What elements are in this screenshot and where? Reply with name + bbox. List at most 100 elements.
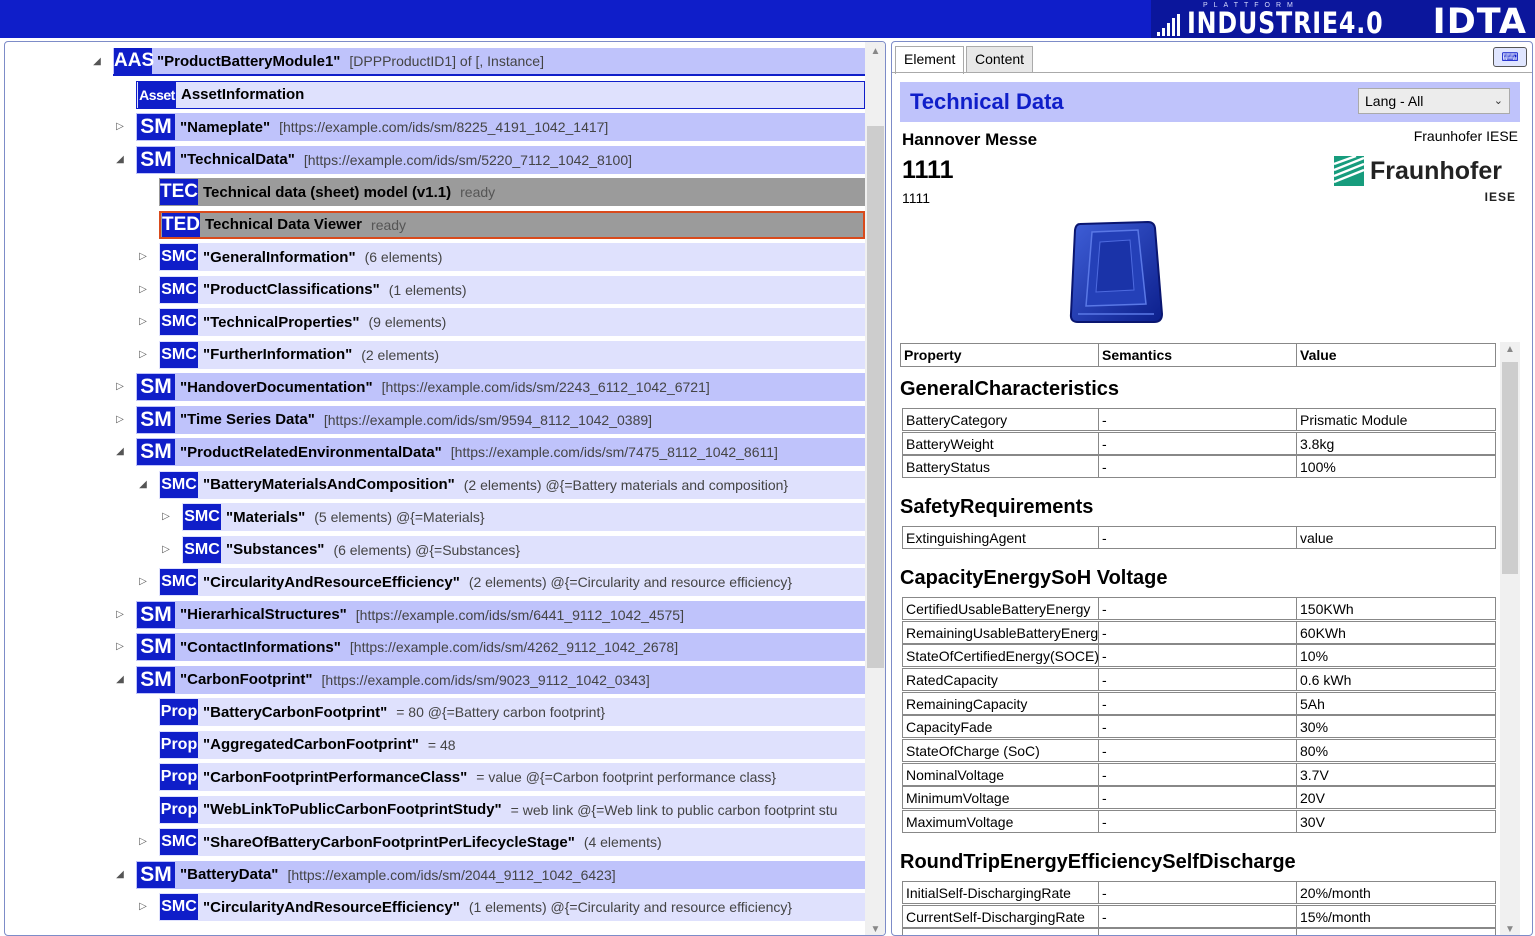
tree-row[interactable]: Prop "WebLinkToPublicCarbonFootprintStudy… — [5, 795, 865, 825]
tree-row[interactable]: ◢ SM "CarbonFootprint" [https://example.com… — [5, 665, 865, 695]
collapse-triangle-icon[interactable]: ▷ — [114, 120, 126, 134]
tree-scrollbar[interactable]: ▲ ▼ — [865, 42, 885, 935]
property-cell: CertifiedUsableBatteryEnergy — [906, 600, 1091, 617]
expand-triangle-icon[interactable]: ◢ — [114, 153, 126, 167]
scroll-down-icon[interactable]: ▼ — [865, 924, 885, 935]
tree-row[interactable]: ▷ SMC "GeneralInformation" (6 elements) — [5, 242, 865, 272]
tree-row[interactable]: TEC Technical data (sheet) model (v1.1) re… — [5, 177, 865, 207]
tree-row[interactable]: ▷ SMC "CircularityAndResourceEfficiency" (2… — [5, 567, 865, 597]
keyboard-icon[interactable]: ⌨ — [1493, 47, 1527, 67]
tree-node[interactable]: SM "BatteryData" [https://example.com/ids/… — [136, 860, 865, 889]
expand-triangle-icon[interactable]: ◢ — [114, 445, 126, 459]
tree-node[interactable]: SMC "TechnicalProperties" (9 elements) — [159, 308, 865, 336]
tree-row[interactable]: ◢ SMC "BatteryMaterialsAndComposition" (2 e… — [5, 470, 865, 500]
tree-node[interactable]: TED Technical Data Viewer ready — [159, 210, 865, 239]
collapse-triangle-icon[interactable]: ▷ — [160, 510, 172, 524]
tree-node[interactable]: Prop "WebLinkToPublicCarbonFootprintStudy… — [159, 795, 865, 824]
tree-row[interactable]: ▷ SM "HierarhicalStructures" [https://examp… — [5, 600, 865, 630]
tree-row[interactable]: ◢ SM "ProductRelatedEnvironmentalData" [htt… — [5, 437, 865, 467]
language-select[interactable]: Lang - All ⌄ — [1358, 88, 1510, 114]
property-cell: CurrentSelf-DischargingRate — [906, 908, 1085, 925]
tree-node[interactable]: SM "TechnicalData" [https://example.com/id… — [136, 145, 865, 174]
collapse-triangle-icon[interactable]: ▷ — [137, 315, 149, 329]
tree-node[interactable]: SMC "CircularityAndResourceEfficiency" (2 … — [159, 568, 865, 596]
logo-idta-text: IDTA — [1432, 2, 1527, 42]
tree-scroll-thumb[interactable] — [867, 126, 884, 668]
tree-row[interactable]: ▷ SMC "ProductClassifications" (1 elements) — [5, 275, 865, 305]
tab-content[interactable]: Content — [966, 46, 1034, 72]
tab-element[interactable]: Element — [895, 46, 965, 74]
tree-node[interactable]: SM "ProductRelatedEnvironmentalData" [http… — [136, 438, 865, 466]
tree-row[interactable]: ▷ SM "Time Series Data" [https://example.co… — [5, 405, 865, 435]
tree-node[interactable]: SMC "GeneralInformation" (6 elements) — [159, 243, 865, 271]
tree-node[interactable]: SM "Time Series Data" [https://example.com… — [136, 405, 865, 434]
node-name: "ContactInformations" — [180, 638, 341, 656]
scroll-up-icon[interactable]: ▲ — [1500, 344, 1520, 355]
node-info: (2 elements) @{=Circularity and resource… — [468, 574, 793, 590]
tree-row[interactable]: ▷ SMC "ShareOfBatteryCarbonFootprintPerLif… — [5, 827, 865, 857]
language-select-value: Lang - All — [1365, 93, 1424, 109]
table-scroll-thumb[interactable] — [1502, 362, 1518, 574]
tree-node[interactable]: SMC "Materials" (5 elements) @{=Materials} — [182, 503, 865, 531]
collapse-triangle-icon[interactable]: ▷ — [114, 640, 126, 654]
expand-triangle-icon[interactable]: ◢ — [114, 673, 126, 687]
tree-row[interactable]: ▷ SMC "Substances" (6 elements) @{=Substanc… — [5, 535, 865, 565]
tree-node[interactable]: Prop "CarbonFootprintPerformanceClass" = v… — [159, 763, 865, 791]
tree-node[interactable]: SMC "FurtherInformation" (2 elements) — [159, 340, 865, 369]
tree-node[interactable]: SMC "BatteryMaterialsAndComposition" (2 el… — [159, 470, 865, 499]
page-title: Technical Data — [910, 89, 1064, 114]
collapse-triangle-icon[interactable]: ▷ — [137, 835, 149, 849]
tree-node[interactable]: SM "HandoverDocumentation" [https://exampl… — [136, 373, 865, 401]
collapse-triangle-icon[interactable]: ▷ — [137, 250, 149, 264]
scroll-down-icon[interactable]: ▼ — [1500, 924, 1520, 935]
tree-node[interactable]: TEC Technical data (sheet) model (v1.1) re… — [159, 178, 865, 206]
fraunhofer-mark-icon — [1334, 156, 1364, 186]
tree-row[interactable]: ▷ SMC "Materials" (5 elements) @{=Materials… — [5, 502, 865, 532]
collapse-triangle-icon[interactable]: ▷ — [137, 283, 149, 297]
tree-row[interactable]: TED Technical Data Viewer ready — [5, 210, 865, 240]
collapse-triangle-icon[interactable]: ▷ — [114, 608, 126, 622]
tree-node[interactable]: SM "ContactInformations" [https://example.… — [136, 633, 865, 661]
node-name: "TechnicalProperties" — [203, 313, 360, 331]
tree-row[interactable]: ▷ SMC "FurtherInformation" (2 elements) — [5, 340, 865, 370]
tree-node[interactable]: SMC "Substances" (6 elements) @{=Substance… — [182, 535, 865, 564]
node-name: AssetInformation — [181, 86, 305, 103]
tree-row[interactable]: Prop "CarbonFootprintPerformanceClass" = v… — [5, 762, 865, 792]
tree-node[interactable]: SMC "ShareOfBatteryCarbonFootprintPerLife… — [159, 828, 865, 856]
tree-node[interactable]: Prop "BatteryCarbonFootprint" = 80 @{=Batt… — [159, 698, 865, 726]
expand-triangle-icon[interactable]: ◢ — [91, 55, 103, 69]
tree-node[interactable]: AAS "ProductBatteryModule1" [DPPProductID1… — [113, 48, 865, 76]
expand-triangle-icon[interactable]: ◢ — [114, 868, 126, 882]
collapse-triangle-icon[interactable]: ▷ — [114, 380, 126, 394]
table-scrollbar[interactable]: ▲ ▼ — [1500, 342, 1520, 935]
tree-node[interactable]: Prop "AggregatedCarbonFootprint" = 48 — [159, 730, 865, 759]
node-info: [https://example.com/ids/sm/6441_9112_10… — [355, 606, 684, 623]
tree-node[interactable]: SM "Nameplate" [https://example.com/ids/sm… — [136, 113, 865, 141]
tree-row[interactable]: ▷ SM "Nameplate" [https://example.com/ids/s… — [5, 112, 865, 142]
tree-node[interactable]: SMC "ProductClassifications" (1 elements) — [159, 275, 865, 304]
tree-node[interactable]: SM "CarbonFootprint" [https://example.com/… — [136, 665, 865, 694]
expand-triangle-icon[interactable]: ◢ — [137, 478, 149, 492]
collapse-triangle-icon[interactable]: ▷ — [137, 348, 149, 362]
tree-row[interactable]: ▷ SM "HandoverDocumentation" [https://examp… — [5, 372, 865, 402]
tree-row[interactable]: Asset AssetInformation — [5, 80, 865, 110]
collapse-triangle-icon[interactable]: ▷ — [114, 413, 126, 427]
tree-row[interactable]: ▷ SM "ContactInformations" [https://example… — [5, 632, 865, 662]
scroll-up-icon[interactable]: ▲ — [865, 46, 885, 57]
tree-row[interactable]: ▷ SMC "TechnicalProperties" (9 elements) — [5, 307, 865, 337]
tree-row[interactable]: ◢ SM "BatteryData" [https://example.com/ids… — [5, 860, 865, 890]
tree-node[interactable]: SMC "CircularityAndResourceEfficiency" (1 … — [159, 893, 865, 921]
product-designation: 1111 — [902, 190, 931, 206]
collapse-triangle-icon[interactable]: ▷ — [137, 575, 149, 589]
tree-row[interactable]: Prop "BatteryCarbonFootprint" = 80 @{=Batt… — [5, 697, 865, 727]
tree-row[interactable]: ▷ SMC "CircularityAndResourceEfficiency" (1… — [5, 892, 865, 922]
tree-row[interactable]: Prop "AggregatedCarbonFootprint" = 48 — [5, 730, 865, 760]
tree-row[interactable]: ◢ AAS "ProductBatteryModule1" [DPPProductID… — [5, 47, 865, 77]
collapse-triangle-icon[interactable]: ▷ — [137, 900, 149, 914]
tree-node[interactable]: SM "HierarhicalStructures" [https://exampl… — [136, 600, 865, 629]
tree-row[interactable]: ◢ SM "TechnicalData" [https://example.com/i… — [5, 145, 865, 175]
collapse-triangle-icon[interactable]: ▷ — [160, 543, 172, 557]
node-name: "Nameplate" — [180, 118, 271, 136]
tree-node[interactable]: Asset AssetInformation — [136, 80, 865, 109]
semantics-cell: - — [1098, 881, 1296, 903]
